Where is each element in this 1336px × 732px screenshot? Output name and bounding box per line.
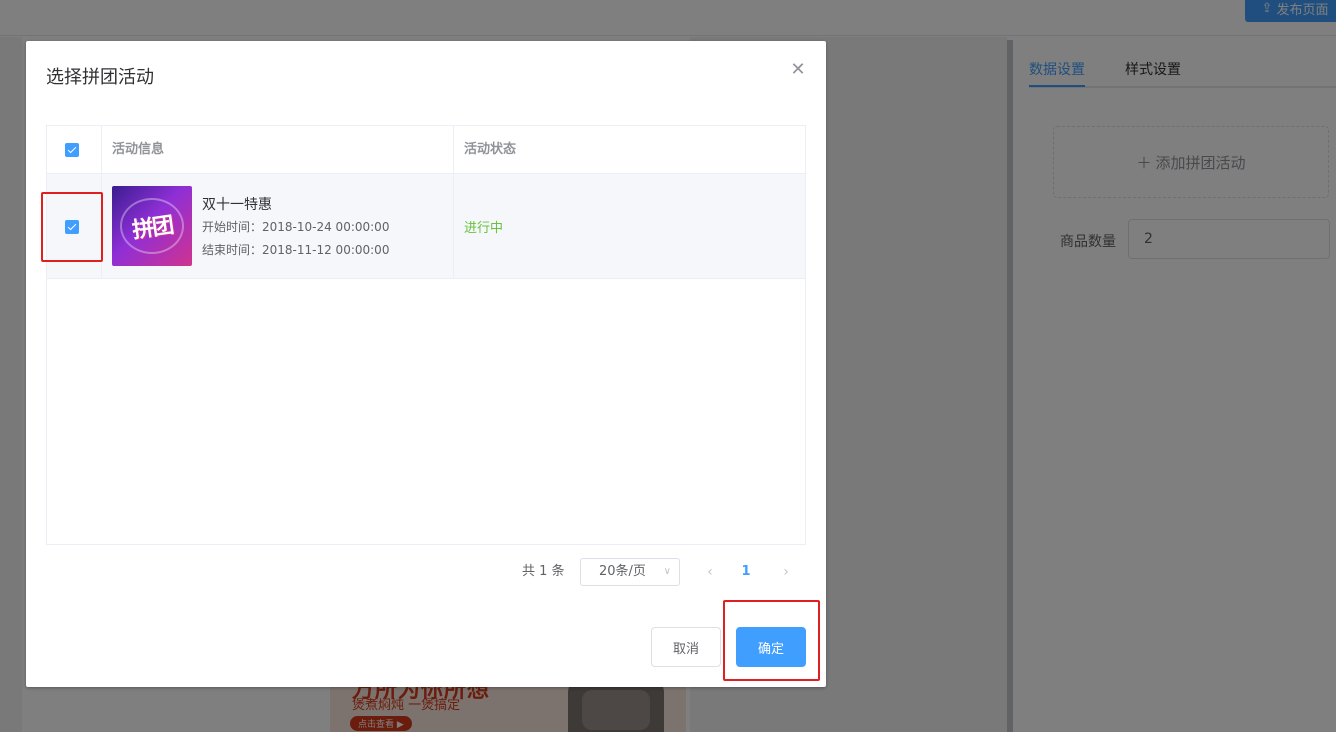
select-all-cell: [47, 126, 102, 174]
activity-name: 双十一特惠: [202, 197, 272, 213]
column-header-status: 活动状态: [464, 142, 517, 157]
activity-thumbnail: 拼团: [112, 186, 192, 266]
activity-end-time: 结束时间：2018-11-12 00:00:00: [202, 243, 390, 257]
highlight-confirm-button: [723, 600, 820, 681]
page-size-select[interactable]: 20条/页 ∨: [580, 558, 680, 586]
select-all-checkbox[interactable]: [65, 143, 79, 157]
page-size-value: 20条/页: [599, 564, 646, 579]
table-row[interactable]: 拼团 双十一特惠 开始时间：2018-10-24 00:00:00 结束时间：2…: [47, 174, 805, 279]
activity-table: 活动信息 活动状态 拼团 双十一特惠 开始时间：2018-10-24 00:00…: [46, 125, 806, 545]
activity-status-cell: 进行中: [454, 174, 805, 279]
pagination-total: 共 1 条: [522, 564, 565, 579]
next-page-icon[interactable]: ›: [776, 558, 796, 586]
pagination-current-page[interactable]: 1: [736, 558, 756, 586]
close-icon[interactable]: ✕: [788, 59, 808, 80]
activity-info-cell: 拼团 双十一特惠 开始时间：2018-10-24 00:00:00 结束时间：2…: [102, 174, 454, 279]
table-header: 活动信息 活动状态: [47, 126, 805, 174]
activity-status: 进行中: [464, 221, 504, 236]
highlight-row-checkbox: [41, 192, 103, 262]
cancel-button[interactable]: 取消: [651, 627, 721, 667]
select-group-activity-dialog: 选择拼团活动 ✕ 活动信息 活动状态 拼团 双十一特惠 开始时间：2018-10…: [26, 41, 826, 687]
chevron-down-icon: ∨: [663, 566, 671, 577]
column-header-info: 活动信息: [102, 126, 454, 174]
prev-page-icon[interactable]: ‹: [700, 558, 720, 586]
activity-start-time: 开始时间：2018-10-24 00:00:00: [202, 220, 390, 234]
dialog-title: 选择拼团活动: [46, 67, 154, 88]
